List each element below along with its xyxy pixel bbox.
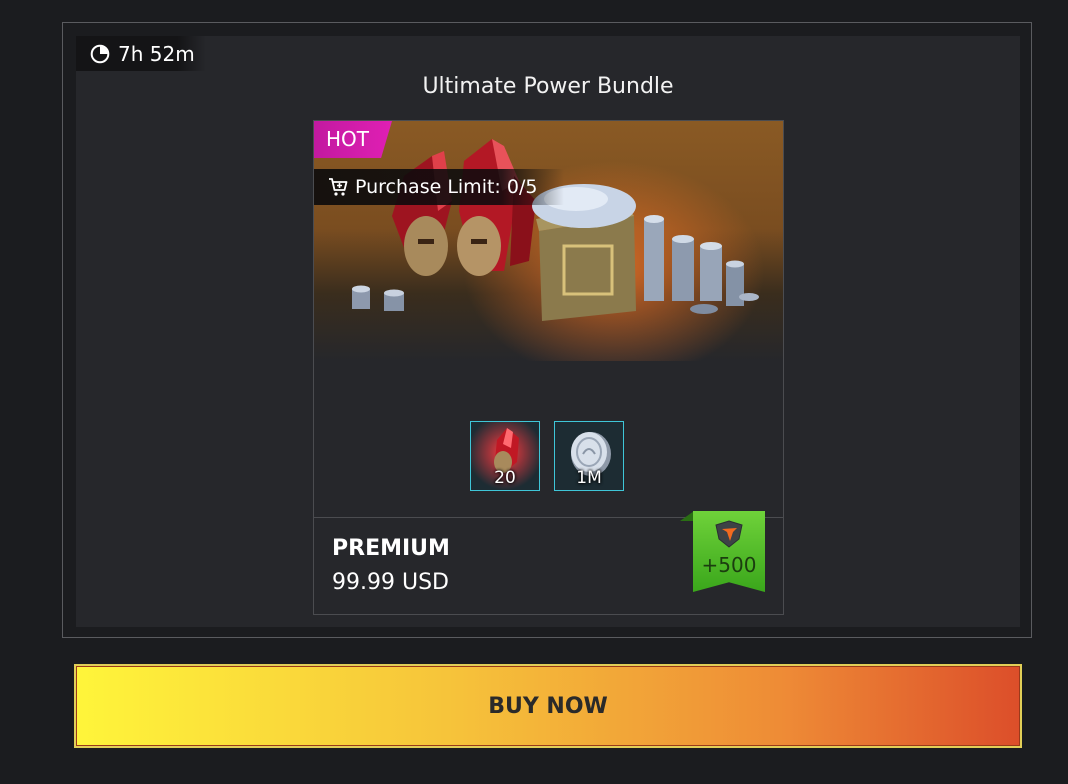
- clock-icon: [90, 44, 110, 63]
- tier-label: PREMIUM: [332, 536, 450, 561]
- timer-text: 7h 52m: [118, 41, 195, 66]
- bonus-amount: +500: [701, 553, 757, 577]
- offer-timer: 7h 52m: [76, 36, 206, 71]
- buy-now-button[interactable]: BUY NOW: [74, 664, 1022, 748]
- bundle-artwork: [352, 139, 759, 321]
- reward-crystal-quantity: 20: [494, 468, 516, 488]
- cart-icon: [329, 178, 348, 196]
- price-label: 99.99 USD: [332, 570, 449, 595]
- bundle-hero-image: HOT Purchase Limit: 0/5: [314, 121, 783, 361]
- hot-badge: HOT: [314, 121, 392, 158]
- purchase-limit-text: Purchase Limit: 0/5: [355, 176, 538, 198]
- bonus-ribbon: +500: [693, 511, 765, 592]
- purchase-limit: Purchase Limit: 0/5: [314, 169, 564, 205]
- bundle-card[interactable]: HOT Purchase Limit: 0/5 20 1M PREMIUM 99…: [313, 120, 784, 615]
- shield-emblem-icon: [715, 520, 743, 548]
- reward-crystal[interactable]: 20: [470, 421, 540, 491]
- reward-silver-quantity: 1M: [576, 468, 602, 488]
- reward-silver[interactable]: 1M: [554, 421, 624, 491]
- bundle-title: Ultimate Power Bundle: [422, 74, 674, 99]
